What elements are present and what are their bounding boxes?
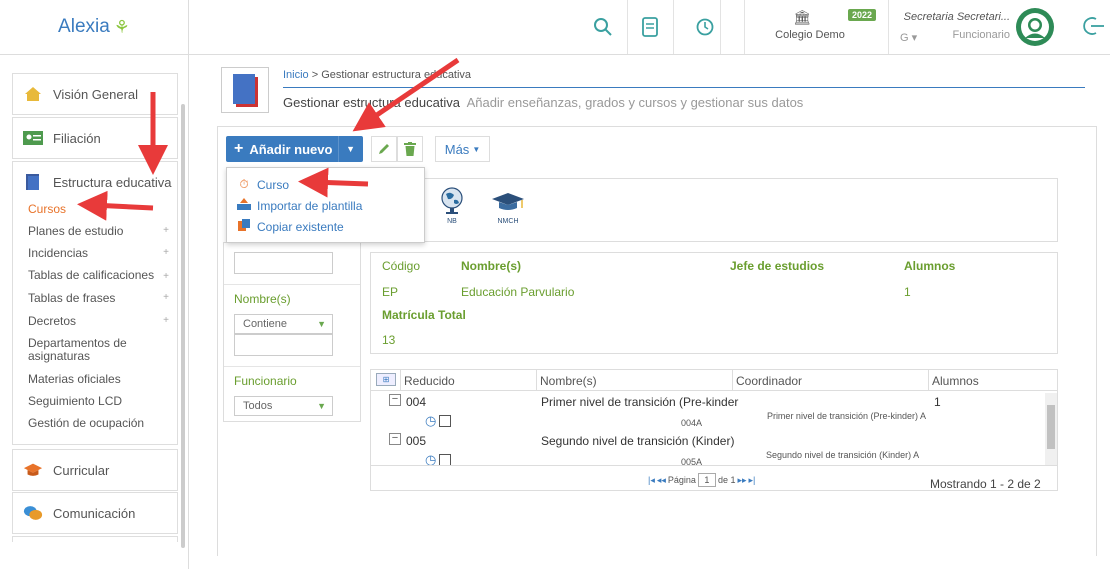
annotation-arrows <box>77 57 460 221</box>
arrow-to-cursos <box>77 190 154 221</box>
arrow-to-curso-item <box>298 167 369 198</box>
arrow-to-add-new <box>352 57 460 132</box>
